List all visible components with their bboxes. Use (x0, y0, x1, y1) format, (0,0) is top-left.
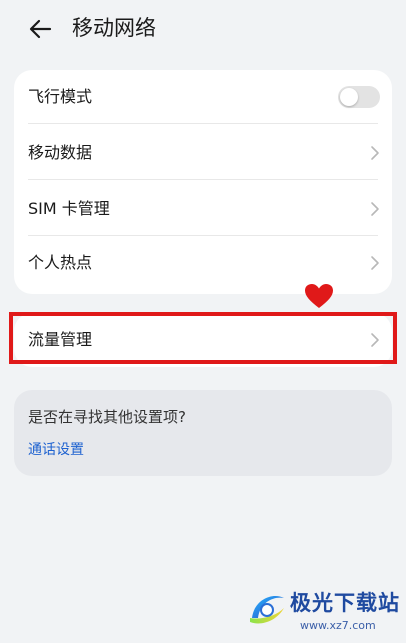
settings-item-label: SIM 卡管理 (28, 199, 110, 218)
chevron-right-icon (371, 333, 379, 347)
settings-item-label: 流量管理 (28, 330, 93, 349)
divider (28, 123, 378, 124)
settings-item-hotspot[interactable]: 个人热点 (14, 236, 392, 290)
heart-icon (305, 284, 333, 308)
settings-item-traffic-management[interactable]: 流量管理 (14, 313, 392, 367)
settings-item-sim-management[interactable]: SIM 卡管理 (14, 182, 392, 236)
toggle-knob (340, 88, 358, 106)
divider (28, 179, 378, 180)
watermark-name: 极光下载站 (290, 591, 400, 615)
header: 移动网络 (0, 0, 406, 58)
chevron-right-icon (371, 256, 379, 270)
settings-item-airplane-mode[interactable]: 飞行模式 (14, 70, 392, 124)
watermark-url: www.xz7.com (300, 619, 376, 632)
settings-item-label: 飞行模式 (28, 87, 93, 106)
settings-item-mobile-data[interactable]: 移动数据 (14, 126, 392, 180)
search-suggestion-card: 是否在寻找其他设置项? 通话设置 (14, 390, 392, 476)
call-settings-link[interactable]: 通话设置 (28, 439, 84, 461)
settings-item-label: 个人热点 (28, 253, 93, 272)
arrow-left-icon[interactable] (26, 14, 56, 44)
airplane-mode-toggle[interactable] (338, 86, 380, 108)
search-question: 是否在寻找其他设置项? (28, 408, 186, 426)
settings-card: 飞行模式 移动数据 SIM 卡管理 个人热点 (14, 70, 392, 294)
chevron-right-icon (371, 146, 379, 160)
chevron-right-icon (371, 202, 379, 216)
aurora-logo-icon (250, 596, 284, 624)
settings-item-label: 移动数据 (28, 143, 93, 162)
traffic-card: 流量管理 (14, 313, 392, 367)
page-title: 移动网络 (72, 16, 156, 40)
